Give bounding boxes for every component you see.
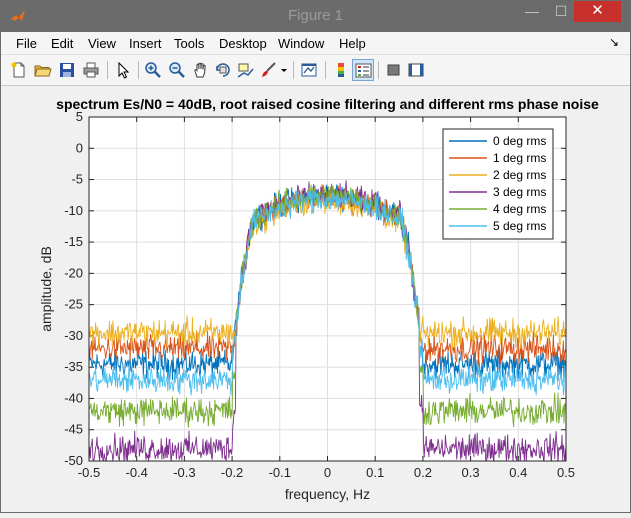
brush-icon[interactable]	[257, 59, 279, 81]
menu-tools[interactable]: Tools	[174, 36, 204, 51]
x-tick-label: -0.2	[221, 465, 243, 480]
legend-entry: 0 deg rms	[493, 134, 546, 148]
y-tick-label: -15	[64, 234, 83, 249]
y-tick-label: -40	[64, 390, 83, 405]
pointer-icon[interactable]	[112, 59, 134, 81]
x-tick-label: -0.4	[125, 465, 147, 480]
legend-icon[interactable]	[352, 59, 374, 81]
print-icon[interactable]	[80, 59, 102, 81]
zoom-in-icon[interactable]	[142, 59, 164, 81]
menu-view[interactable]: View	[88, 36, 116, 51]
menu-help[interactable]: Help	[339, 36, 366, 51]
toolbar-separator	[293, 61, 294, 79]
x-tick-label: 0.4	[509, 465, 527, 480]
x-axis-label: frequency, Hz	[285, 486, 370, 502]
link-plot-icon[interactable]	[298, 59, 320, 81]
x-tick-label: 0.5	[557, 465, 575, 480]
chart-title: spectrum Es/N0 = 40dB, root raised cosin…	[56, 96, 599, 112]
y-axis-label: amplitude, dB	[38, 246, 54, 332]
y-tick-label: -5	[71, 172, 83, 187]
x-tick-label: 0.2	[414, 465, 432, 480]
dock-arrow-icon[interactable]: ↘	[609, 35, 619, 49]
y-tick-label: -20	[64, 265, 83, 280]
close-button[interactable]: ✕	[574, 0, 621, 22]
y-tick-label: -25	[64, 297, 83, 312]
toolbar-separator	[378, 61, 379, 79]
zoom-out-icon[interactable]	[166, 59, 188, 81]
figure-toolbar	[0, 55, 631, 86]
legend-entry: 3 deg rms	[493, 185, 546, 199]
minimize-button[interactable]: —	[518, 0, 546, 22]
y-tick-label: -50	[64, 453, 83, 468]
menu-bar: File Edit View Insert Tools Desktop Wind…	[0, 32, 631, 55]
menu-file[interactable]: File	[16, 36, 37, 51]
toolbar-separator	[325, 61, 326, 79]
show-plot-tools-icon[interactable]	[405, 59, 427, 81]
x-tick-label: -0.3	[173, 465, 195, 480]
title-bar[interactable]: Figure 1 — ☐ ✕	[0, 0, 631, 32]
menu-insert[interactable]: Insert	[129, 36, 162, 51]
y-tick-label: 5	[76, 109, 83, 124]
legend[interactable]: 0 deg rms 1 deg rms 2 deg rms 3 deg rms 4 de…	[442, 128, 554, 240]
x-tick-label: 0.3	[462, 465, 480, 480]
data-cursor-icon[interactable]	[234, 59, 256, 81]
legend-entry: 1 deg rms	[493, 151, 546, 165]
pan-hand-icon[interactable]	[190, 59, 212, 81]
save-icon[interactable]	[56, 59, 78, 81]
y-tick-label: -10	[64, 203, 83, 218]
y-tick-label: -45	[64, 422, 83, 437]
spectrum-chart[interactable]: spectrum Es/N0 = 40dB, root raised cosin…	[0, 86, 631, 513]
y-tick-label: -35	[64, 359, 83, 374]
legend-entry: 4 deg rms	[493, 202, 546, 216]
y-tick-label: 0	[76, 140, 83, 155]
figure-canvas: spectrum Es/N0 = 40dB, root raised cosin…	[0, 86, 631, 513]
new-figure-icon[interactable]	[8, 59, 30, 81]
toolbar-separator	[107, 61, 108, 79]
y-tick-label: -30	[64, 328, 83, 343]
menu-desktop[interactable]: Desktop	[219, 36, 267, 51]
x-tick-label: 0.1	[366, 465, 384, 480]
colorbar-icon[interactable]	[330, 59, 352, 81]
menu-window[interactable]: Window	[278, 36, 324, 51]
x-tick-label: -0.1	[269, 465, 291, 480]
brush-dropdown-icon[interactable]	[278, 59, 288, 81]
toolbar-separator	[138, 61, 139, 79]
maximize-button[interactable]: ☐	[547, 0, 575, 22]
x-tick-label: 0	[324, 465, 331, 480]
hide-plot-tools-icon[interactable]	[383, 59, 405, 81]
legend-entry: 2 deg rms	[493, 168, 546, 182]
rotate-3d-icon[interactable]	[212, 59, 234, 81]
legend-entry: 5 deg rms	[493, 219, 546, 233]
figure-window: Figure 1 — ☐ ✕ File Edit View Insert Too…	[0, 0, 631, 513]
menu-edit[interactable]: Edit	[51, 36, 73, 51]
open-file-icon[interactable]	[32, 59, 54, 81]
